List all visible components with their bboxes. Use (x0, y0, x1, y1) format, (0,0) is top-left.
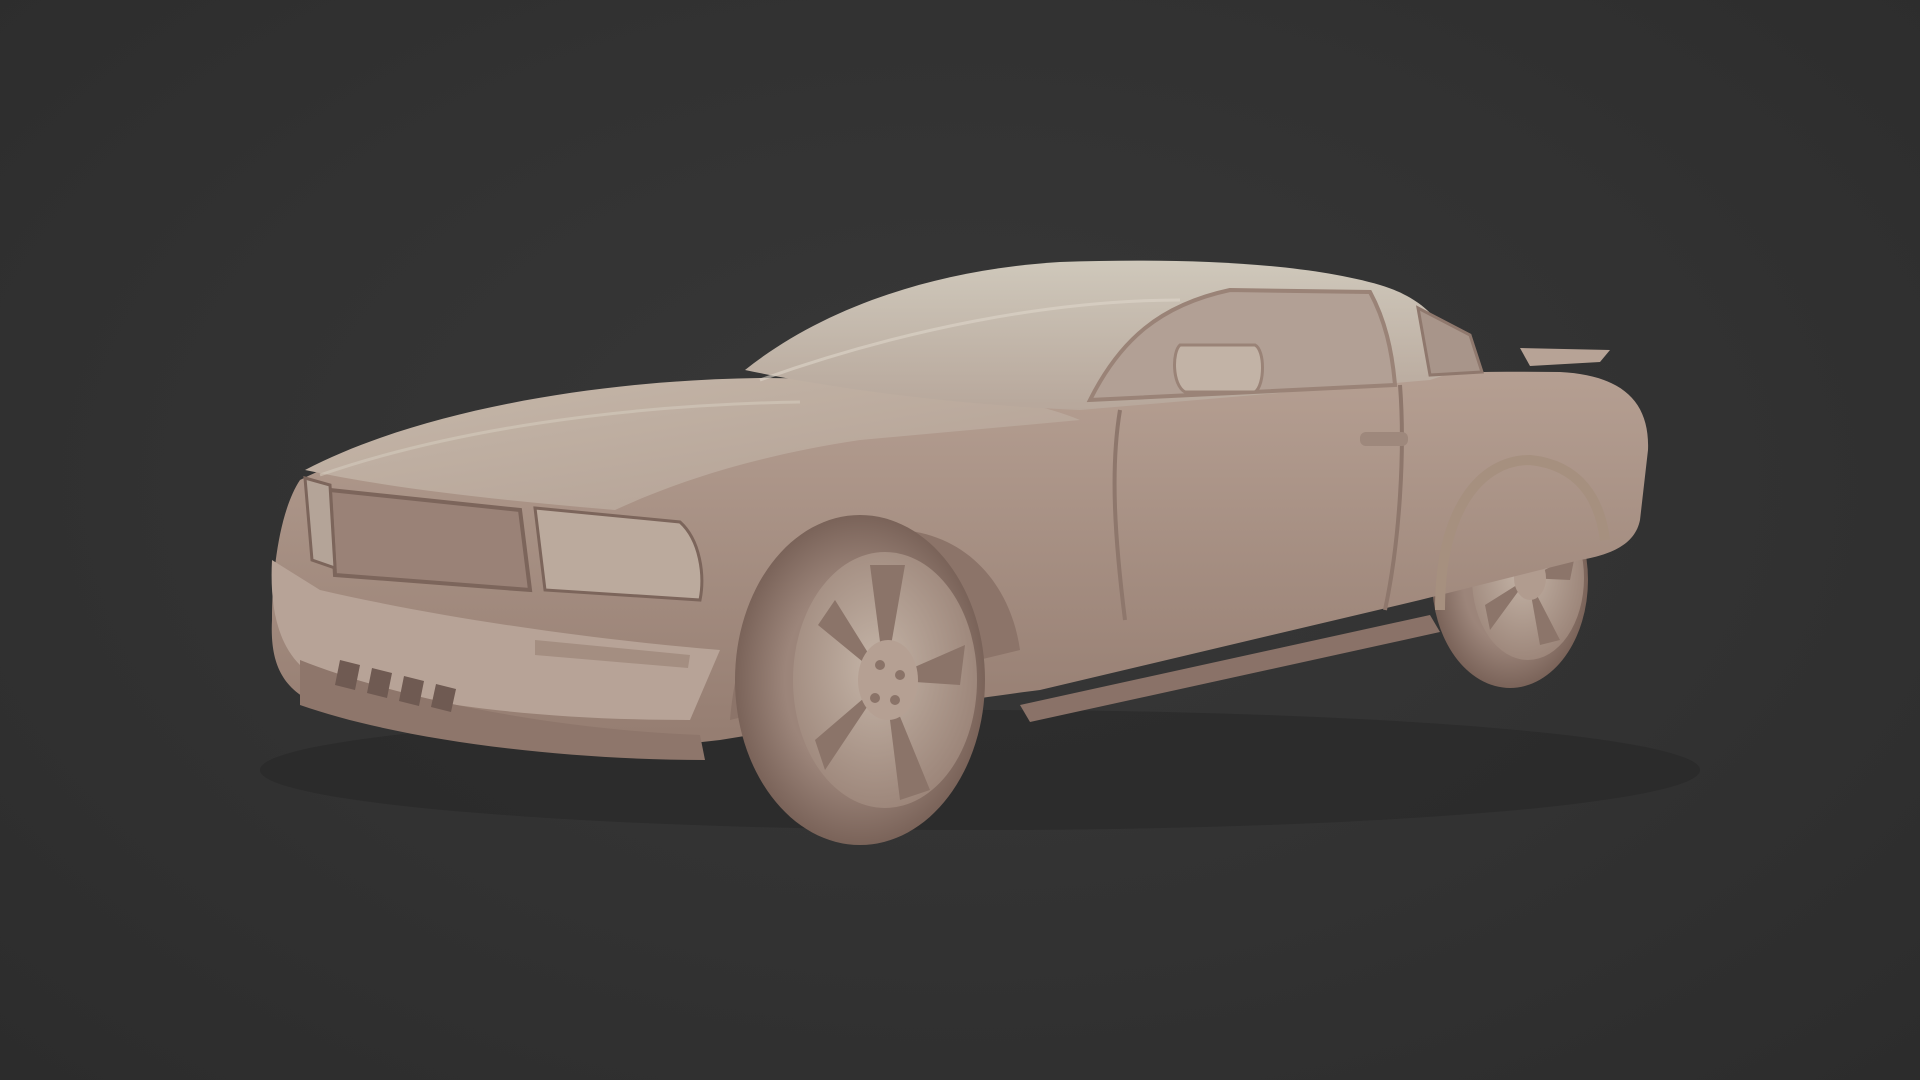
quarter-window (1415, 305, 1485, 377)
door-handle (1360, 432, 1408, 446)
car-icon (260, 260, 1700, 845)
rear-spoiler (1520, 348, 1610, 366)
side-mirror (1173, 343, 1264, 394)
render-viewport (0, 0, 1920, 1080)
headlight-right (533, 506, 704, 602)
front-wheel (735, 515, 985, 845)
